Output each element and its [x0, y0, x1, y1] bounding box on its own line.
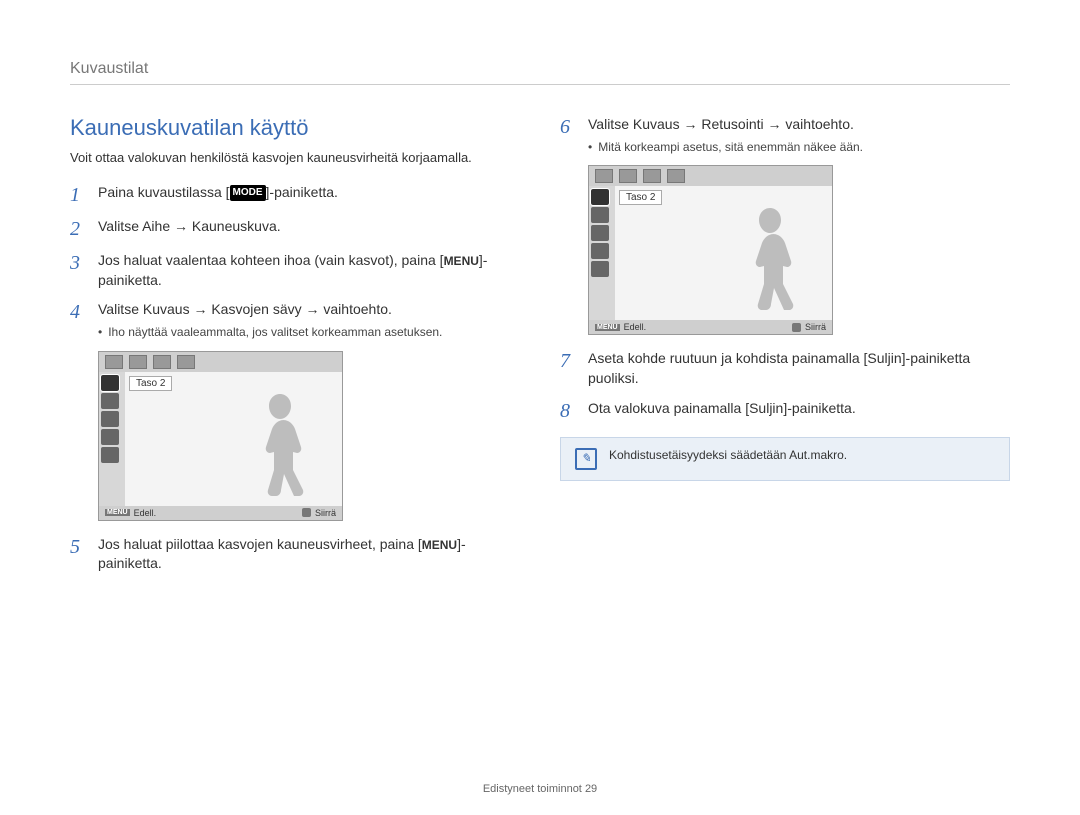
step-number: 8 [560, 399, 576, 423]
step-6-note: Mitä korkeampi asetus, sitä enemmän näke… [588, 139, 1010, 156]
step-number: 5 [70, 535, 86, 559]
section-title: Kauneuskuvatilan käyttö [70, 115, 520, 141]
mic-off-icon [591, 261, 609, 277]
metering-icon [591, 225, 609, 241]
focus-icon [101, 393, 119, 409]
menu-badge: MENU [422, 538, 457, 552]
camera-lcd-preview: Taso 2 MENUEdell. Siirrä [98, 351, 343, 521]
lcd-sidebar [99, 372, 125, 506]
grid-icon [591, 243, 609, 259]
camera-lcd-preview: Taso 2 MENUEdell. Siirrä [588, 165, 833, 335]
lcd-sidebar [589, 186, 615, 320]
lcd-topbar [99, 352, 342, 372]
retouch-level-icon [595, 169, 613, 183]
step-7-text: Aseta kohde ruutuun ja kohdista painamal… [588, 349, 1010, 388]
menu-badge: MENU [444, 254, 479, 268]
level-label: Taso 2 [129, 376, 172, 391]
step-5-text: Jos haluat piilottaa kasvojen kauneusvir… [98, 535, 520, 574]
retouch-level-icon [619, 169, 637, 183]
intro-text: Voit ottaa valokuvan henkilöstä kasvojen… [70, 149, 520, 167]
step-number: 1 [70, 183, 86, 207]
step-4-text: Valitse Kuvaus → Kasvojen sävy → vaihtoe… [98, 300, 520, 340]
tip-text: Kohdistusetäisyydeksi säädetään Aut.makr… [609, 448, 847, 462]
face-level-icon [129, 355, 147, 369]
step-number: 6 [560, 115, 576, 139]
menu-icon: MENU [595, 324, 620, 331]
face-level-icon [177, 355, 195, 369]
metering-icon [101, 411, 119, 427]
tip-callout: ✎ Kohdistusetäisyydeksi säädetään Aut.ma… [560, 437, 1010, 481]
person-silhouette-icon [240, 386, 320, 506]
breadcrumb: Kuvaustilat [70, 60, 1010, 85]
retouch-level-icon [643, 169, 661, 183]
step-3-text: Jos haluat vaalentaa kohteen ihoa (vain … [98, 251, 520, 290]
retouch-level-icon [667, 169, 685, 183]
page-footer: Edistyneet toiminnot 29 [0, 783, 1080, 795]
lcd-bottombar: MENUEdell. Siirrä [99, 506, 342, 520]
face-level-icon [153, 355, 171, 369]
retouch-icon [591, 189, 609, 205]
note-icon: ✎ [575, 448, 597, 470]
step-number: 7 [560, 349, 576, 373]
lcd-topbar [589, 166, 832, 186]
navigate-icon [302, 508, 311, 517]
step-number: 3 [70, 251, 86, 275]
mode-badge: MODE [230, 185, 266, 201]
face-level-icon [105, 355, 123, 369]
menu-icon: MENU [105, 509, 130, 516]
mic-off-icon [101, 447, 119, 463]
level-label: Taso 2 [619, 190, 662, 205]
step-1-text: Paina kuvaustilassa [MODE]-painiketta. [98, 183, 520, 203]
lcd-bottombar: MENUEdell. Siirrä [589, 320, 832, 334]
tone-icon [101, 375, 119, 391]
step-number: 2 [70, 217, 86, 241]
grid-icon [101, 429, 119, 445]
step-6-text: Valitse Kuvaus → Retusointi → vaihtoehto… [588, 115, 1010, 155]
step-8-text: Ota valokuva painamalla [Suljin]-painike… [588, 399, 1010, 419]
person-silhouette-icon [730, 200, 810, 320]
step-4-note: Iho näyttää vaaleammalta, jos valitset k… [98, 324, 520, 341]
navigate-icon [792, 323, 801, 332]
focus-icon [591, 207, 609, 223]
step-number: 4 [70, 300, 86, 324]
step-2-text: Valitse Aihe → Kauneuskuva. [98, 217, 520, 237]
